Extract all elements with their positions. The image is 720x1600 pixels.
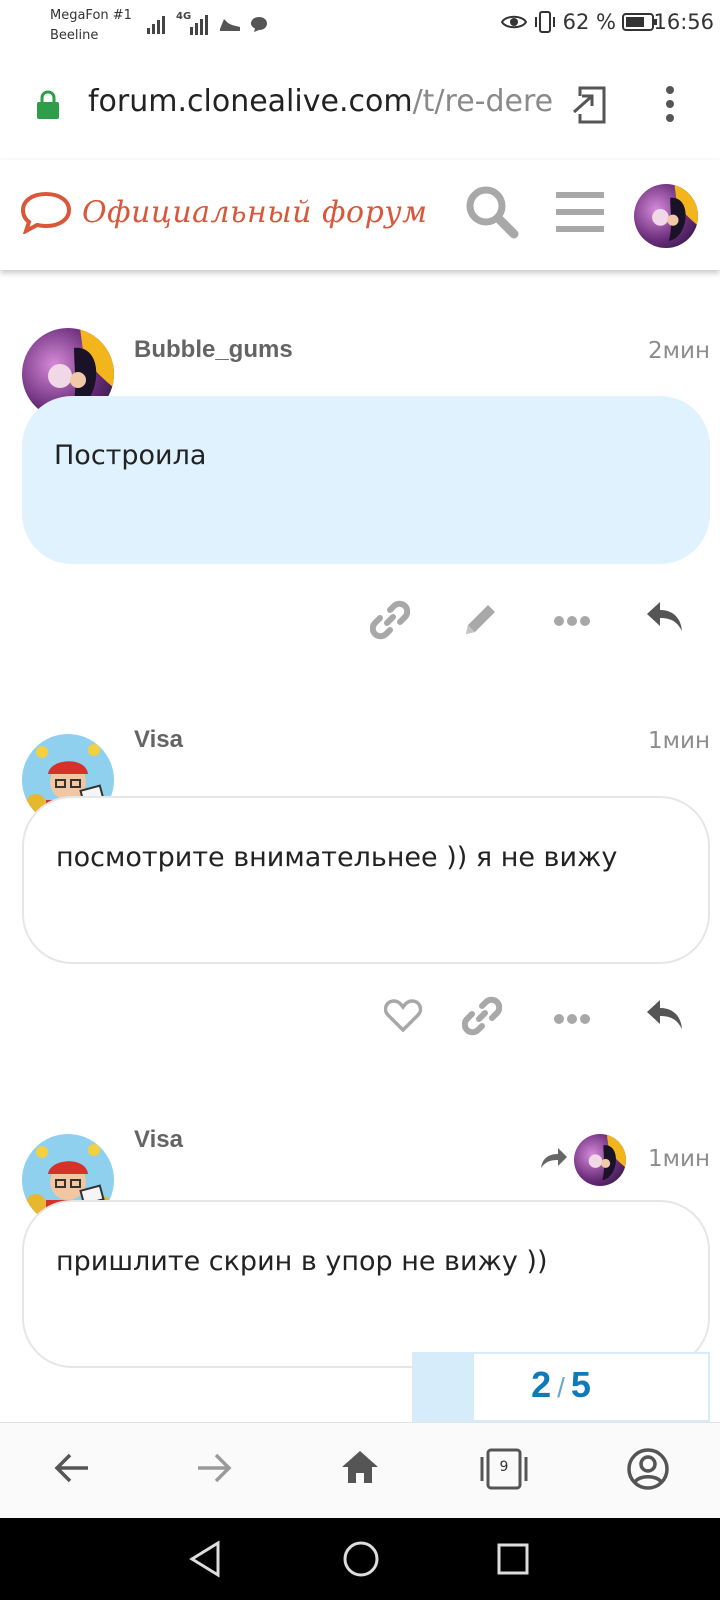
nav-back-icon[interactable]: [188, 1540, 222, 1578]
reply-to-arrow-icon: [540, 1146, 568, 1174]
post-2-username[interactable]: Visa: [134, 726, 183, 754]
status-icons-left: 4G: [146, 11, 268, 36]
topic-progress-label: 2/5: [414, 1364, 708, 1406]
share-to-app-icon[interactable]: [572, 82, 608, 126]
reply-icon[interactable]: [646, 998, 684, 1036]
carrier-info: MegaFon #1 Beeline: [50, 6, 132, 46]
more-vert-icon[interactable]: [664, 84, 676, 124]
url-path: /t/re-derevi: [412, 84, 554, 119]
edit-icon[interactable]: [462, 600, 500, 642]
progress-total: 5: [570, 1364, 591, 1405]
post-2-body: посмотрите внимательнее )) я не вижу: [22, 796, 710, 964]
more-horiz-icon[interactable]: [554, 1010, 590, 1029]
reply-to-avatar[interactable]: [574, 1134, 626, 1186]
post-3-body: пришлите скрин в упор не вижу )): [22, 1200, 710, 1368]
status-icons-right: 62 %: [500, 10, 658, 34]
browser-url-bar: forum.clonealive.com/t/re-derevi: [0, 58, 720, 150]
reply-icon[interactable]: [646, 600, 684, 638]
post-3-username[interactable]: Visa: [134, 1126, 183, 1154]
home-icon[interactable]: [340, 1449, 380, 1485]
lock-icon: [37, 90, 59, 119]
speech-bubble-logo-icon: [20, 191, 72, 234]
post-1-time[interactable]: 2мин: [648, 338, 710, 364]
post-2-time[interactable]: 1мин: [648, 728, 710, 754]
signal-4g-icon: 4G: [176, 11, 210, 35]
url-field[interactable]: forum.clonealive.com/t/re-derevi: [88, 84, 554, 119]
post-3-text: пришлите скрин в упор не вижу )): [56, 1246, 548, 1277]
status-bar: MegaFon #1 Beeline 4G 62 % 16:56: [0, 0, 720, 48]
post-1-username[interactable]: Bubble_gums: [134, 336, 293, 364]
user-avatar[interactable]: [634, 184, 698, 248]
post-3-time[interactable]: 1мин: [648, 1146, 710, 1172]
account-icon[interactable]: [626, 1447, 670, 1491]
carrier-primary: MegaFon #1: [50, 8, 132, 23]
nav-recents-icon[interactable]: [496, 1542, 530, 1576]
more-horiz-icon[interactable]: [554, 612, 590, 631]
link-icon[interactable]: [369, 600, 411, 644]
browser-bottom-toolbar: 9: [0, 1422, 720, 1519]
chat-notification-icon: [251, 17, 267, 32]
nav-home-icon[interactable]: [342, 1540, 380, 1578]
shoe-icon: [220, 19, 240, 31]
forum-logo[interactable]: Официальный форум: [20, 190, 428, 234]
search-icon[interactable]: [464, 184, 520, 240]
carrier-secondary: Beeline: [50, 28, 99, 43]
back-arrow-icon[interactable]: [54, 1451, 90, 1485]
tab-count: 9: [499, 1459, 509, 1475]
eye-icon: [500, 15, 527, 29]
post-1-body: Построила: [22, 396, 710, 564]
hamburger-icon[interactable]: [556, 190, 604, 234]
android-nav-bar: [0, 1518, 720, 1600]
tabs-icon[interactable]: 9: [478, 1447, 530, 1491]
url-domain: forum.clonealive.com: [88, 84, 413, 119]
battery-percent: 62 %: [562, 10, 616, 34]
forward-arrow-icon[interactable]: [196, 1451, 232, 1485]
forum-title: Официальный форум: [82, 194, 428, 230]
signal-icon: [147, 16, 165, 34]
heart-icon[interactable]: [383, 998, 423, 1036]
post-1-text: Построила: [54, 440, 207, 471]
progress-current: 2: [531, 1364, 552, 1405]
vibrate-icon: [534, 11, 555, 33]
clock: 16:56: [653, 10, 714, 34]
progress-separator: /: [557, 1372, 565, 1403]
post-2-text: посмотрите внимательнее )) я не вижу: [56, 842, 618, 873]
topic-progress[interactable]: 2/5: [412, 1352, 710, 1422]
link-icon[interactable]: [461, 996, 503, 1040]
forum-header: Официальный форум: [0, 160, 720, 270]
